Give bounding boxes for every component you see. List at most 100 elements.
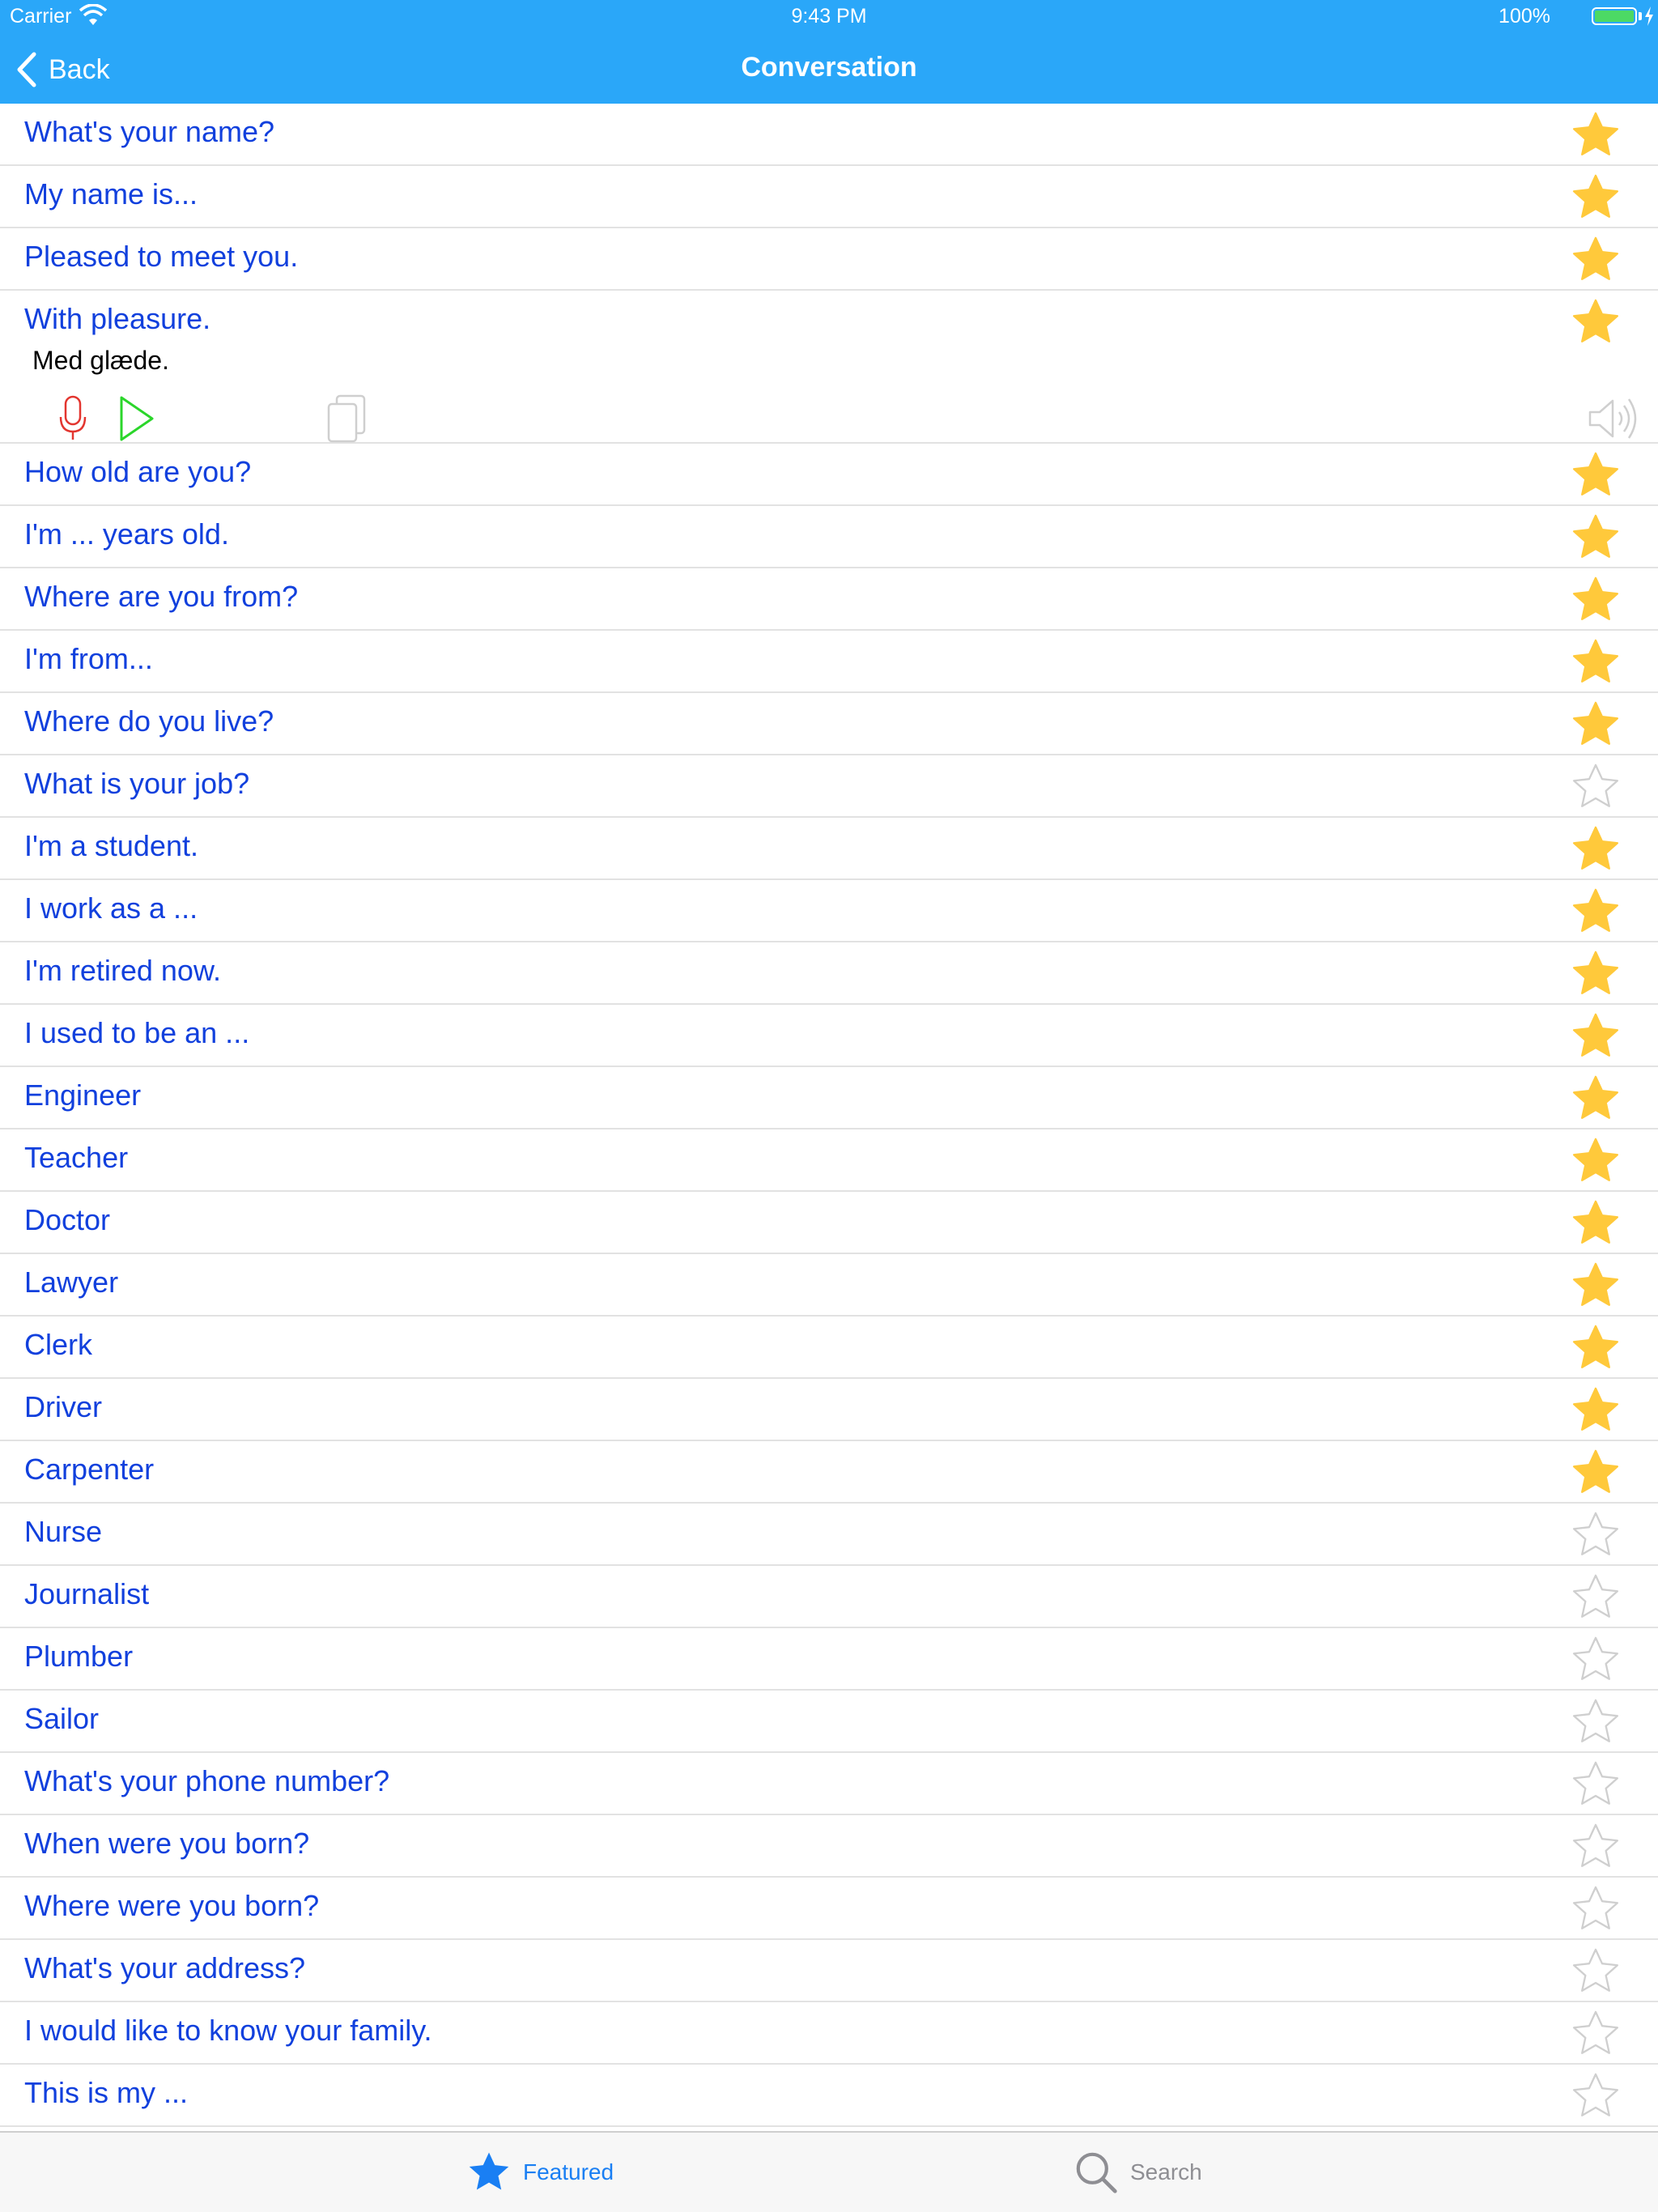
phrase-list[interactable]: What's your name? My name is... Pleased to… [0, 104, 1658, 2131]
list-item[interactable]: I would like to know your family. [0, 2002, 1658, 2065]
list-item[interactable]: With pleasure. Med glæde. [0, 291, 1658, 444]
list-item[interactable]: Driver [0, 1379, 1658, 1441]
phrase-text: What is your job? [24, 767, 250, 800]
list-item[interactable]: Where were you born? [0, 1878, 1658, 1940]
star-filled-icon[interactable] [1571, 949, 1621, 999]
list-item[interactable]: Engineer [0, 1067, 1658, 1129]
star-filled-icon[interactable] [1571, 172, 1621, 223]
list-item[interactable]: Nurse [0, 1504, 1658, 1566]
star-outline-icon[interactable] [1571, 1946, 1621, 1997]
tab-search[interactable]: Search [1073, 2133, 1202, 2212]
star-outline-icon[interactable] [1571, 2009, 1621, 2059]
star-filled-icon[interactable] [1571, 887, 1621, 937]
phrase-text: Journalist [24, 1577, 150, 1610]
phrase-text: Lawyer [24, 1266, 119, 1299]
phrase-text: What's your address? [24, 1951, 306, 1984]
list-item[interactable]: How old are you? [0, 444, 1658, 506]
microphone-icon[interactable] [53, 394, 92, 443]
list-item[interactable]: Pleased to meet you. [0, 228, 1658, 291]
copy-icon[interactable] [325, 394, 369, 443]
star-filled-icon[interactable] [1571, 1198, 1621, 1249]
phrase-text: Where were you born? [24, 1889, 320, 1922]
list-item[interactable]: My name is... [0, 166, 1658, 228]
play-icon[interactable] [117, 394, 155, 443]
list-item[interactable]: I work as a ... [0, 880, 1658, 942]
phrase-text: How old are you? [24, 455, 252, 488]
star-outline-icon[interactable] [1571, 1759, 1621, 1810]
phrase-text: Carpenter [24, 1453, 155, 1486]
list-item[interactable]: Journalist [0, 1566, 1658, 1628]
star-filled-icon[interactable] [1571, 450, 1621, 500]
phrase-toolbar [0, 394, 1658, 443]
star-filled-icon[interactable] [1571, 824, 1621, 874]
list-item[interactable]: Plumber [0, 1628, 1658, 1691]
star-outline-icon[interactable] [1571, 1635, 1621, 1685]
top-bar: Carrier 9:43 PM 100% Back Conversation [0, 0, 1658, 104]
star-outline-icon[interactable] [1571, 1884, 1621, 1934]
phrase-text: I used to be an ... [24, 1016, 250, 1049]
star-filled-icon[interactable] [1571, 1261, 1621, 1311]
star-filled-icon[interactable] [1571, 637, 1621, 687]
phrase-text: Plumber [24, 1640, 134, 1673]
speaker-icon[interactable] [1587, 394, 1639, 443]
list-item[interactable]: I'm ... years old. [0, 506, 1658, 568]
list-item[interactable]: What's your name? [0, 104, 1658, 166]
list-item[interactable]: Where are you from? [0, 568, 1658, 631]
star-filled-icon[interactable] [1571, 110, 1621, 160]
phrase-text: Clerk [24, 1328, 93, 1361]
status-bar: Carrier 9:43 PM 100% [0, 0, 1658, 32]
battery-percent: 100% [1499, 5, 1550, 28]
tab-featured[interactable]: Featured [466, 2133, 614, 2212]
star-filled-icon[interactable] [1571, 297, 1621, 347]
list-item[interactable]: What's your address? [0, 1940, 1658, 2002]
star-filled-icon[interactable] [1571, 235, 1621, 285]
star-filled-icon[interactable] [1571, 575, 1621, 625]
phrase-text: Where do you live? [24, 704, 274, 738]
tab-featured-label: Featured [523, 2159, 614, 2184]
list-item[interactable]: This is my ... [0, 2065, 1658, 2127]
list-item[interactable]: Teacher [0, 1129, 1658, 1192]
phrase-text: I work as a ... [24, 891, 198, 925]
phrase-text: Doctor [24, 1203, 111, 1236]
charging-bolt-icon [1645, 6, 1653, 26]
list-item[interactable]: When were you born? [0, 1815, 1658, 1878]
list-item[interactable]: Doctor [0, 1192, 1658, 1254]
star-outline-icon[interactable] [1571, 2071, 1621, 2121]
list-item[interactable]: Carpenter [0, 1441, 1658, 1504]
list-item[interactable]: I'm retired now. [0, 942, 1658, 1005]
star-outline-icon[interactable] [1571, 1822, 1621, 1872]
star-filled-icon[interactable] [1571, 1323, 1621, 1373]
status-time: 9:43 PM [791, 5, 867, 28]
list-item[interactable]: I'm a student. [0, 818, 1658, 880]
list-item[interactable]: Clerk [0, 1317, 1658, 1379]
search-icon [1076, 2152, 1117, 2193]
star-outline-icon[interactable] [1571, 1572, 1621, 1623]
star-filled-icon[interactable] [1571, 700, 1621, 750]
star-filled-icon[interactable] [1571, 1011, 1621, 1061]
phrase-text: Driver [24, 1390, 102, 1423]
list-item[interactable]: Where do you live? [0, 693, 1658, 755]
star-outline-icon[interactable] [1571, 1510, 1621, 1560]
list-item[interactable]: Sailor [0, 1691, 1658, 1753]
phrase-text: Nurse [24, 1515, 103, 1548]
star-filled-icon[interactable] [1571, 1448, 1621, 1498]
list-item[interactable]: I'm from... [0, 631, 1658, 693]
star-outline-icon[interactable] [1571, 762, 1621, 812]
star-filled-icon[interactable] [1571, 1074, 1621, 1124]
page-title: Conversation [741, 52, 917, 83]
translation-text: Med glæde. [32, 346, 169, 375]
list-item[interactable]: Lawyer [0, 1254, 1658, 1317]
phrase-text: What's your name? [24, 115, 275, 148]
list-item[interactable]: I used to be an ... [0, 1005, 1658, 1067]
battery-icon [1592, 7, 1637, 25]
list-item[interactable]: What's your phone number? [0, 1753, 1658, 1815]
star-filled-icon[interactable] [1571, 1136, 1621, 1186]
list-item[interactable]: What is your job? [0, 755, 1658, 818]
star-filled-icon[interactable] [1571, 513, 1621, 563]
phrase-text: What's your phone number? [24, 1764, 390, 1797]
star-filled-icon[interactable] [1571, 1385, 1621, 1436]
star-outline-icon[interactable] [1571, 1697, 1621, 1747]
tab-bar: Featured Search [0, 2131, 1658, 2212]
phrase-text: I'm from... [24, 642, 153, 675]
battery-cap [1639, 12, 1642, 20]
